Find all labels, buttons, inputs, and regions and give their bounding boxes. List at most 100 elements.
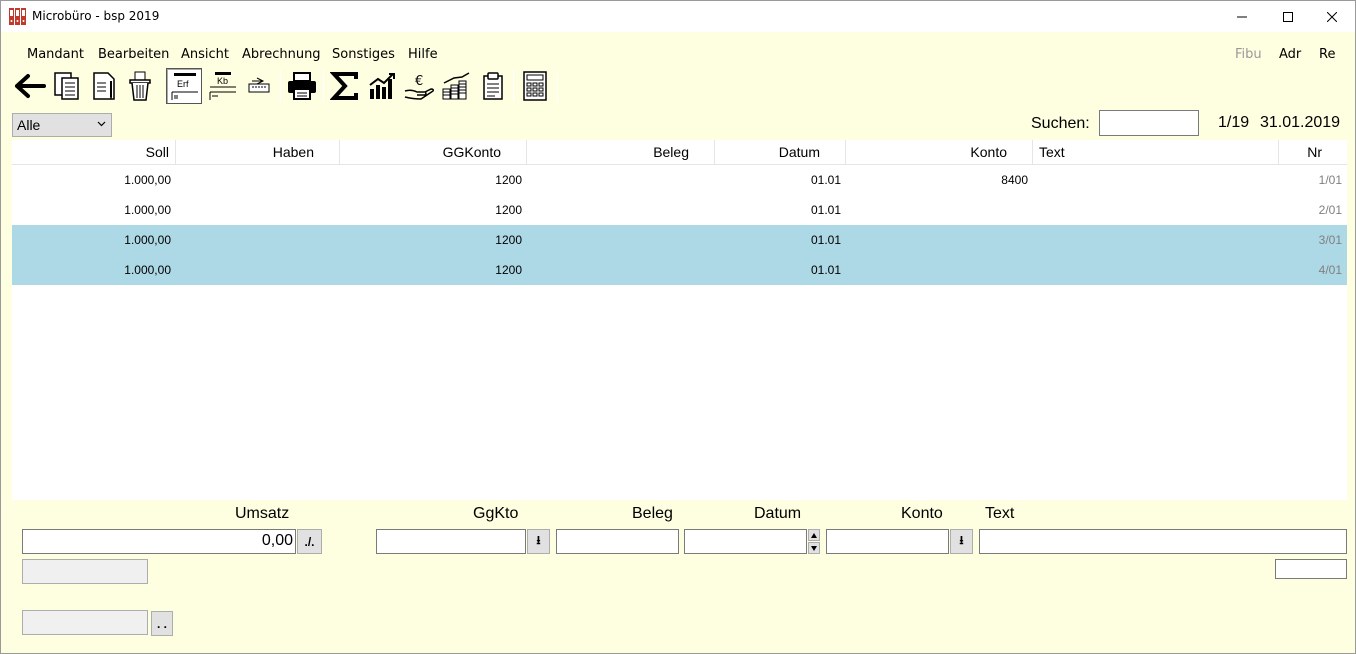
calculator-icon xyxy=(523,71,547,101)
cell-text xyxy=(1033,225,1279,255)
toolbar-separator xyxy=(280,70,281,102)
transfer-button[interactable] xyxy=(241,68,277,104)
kb-cashbook-icon: Kb xyxy=(209,72,236,100)
table-row[interactable]: 1.000,00 1200 01.01 2/01 xyxy=(12,195,1347,225)
cell-soll: 1.000,00 xyxy=(124,263,171,277)
table-row[interactable]: 1.000,00 1200 01.01 4/01 xyxy=(12,255,1347,285)
toolbar-separator xyxy=(323,70,324,102)
datum-spin-down[interactable] xyxy=(808,542,820,554)
column-header-nr[interactable]: Nr xyxy=(1279,140,1347,165)
link-re[interactable]: Re xyxy=(1319,47,1335,62)
datum-input[interactable] xyxy=(684,529,807,554)
filter-selected-value: Alle xyxy=(17,117,41,133)
toolbar-separator xyxy=(513,70,514,102)
back-arrow-icon xyxy=(15,74,46,98)
column-header-text[interactable]: Text xyxy=(1033,140,1279,165)
link-adr[interactable]: Adr xyxy=(1279,47,1301,62)
minimize-button[interactable] xyxy=(1219,1,1265,32)
delete-trash-icon xyxy=(129,71,151,101)
edit-button[interactable] xyxy=(86,68,122,104)
column-header-datum[interactable]: Datum xyxy=(715,140,846,165)
maximize-icon xyxy=(1283,11,1293,22)
app-window: Microbüro - bsp 2019 Mandant Bearbeiten … xyxy=(0,0,1356,654)
menu-hilfe[interactable]: Hilfe xyxy=(408,47,438,62)
konto-input[interactable] xyxy=(826,529,949,554)
datum-spin-up[interactable] xyxy=(808,529,820,541)
konto-label: Konto xyxy=(901,505,943,522)
clipboard-button[interactable] xyxy=(475,68,511,104)
umsatz-input[interactable]: 0,00 xyxy=(22,529,296,554)
cell-text xyxy=(1033,195,1279,225)
search-input[interactable] xyxy=(1099,110,1199,136)
sign-toggle-button[interactable]: ./. xyxy=(297,529,322,554)
menu-sonstiges[interactable]: Sonstiges xyxy=(332,47,395,62)
title-bar: Microbüro - bsp 2019 xyxy=(1,1,1355,32)
cell-datum: 01.01 xyxy=(810,173,841,187)
cell-konto: 8400 xyxy=(1001,173,1028,187)
clipboard-list-icon xyxy=(483,72,503,100)
info-field-1 xyxy=(22,559,148,584)
cell-text xyxy=(1033,165,1279,195)
back-button[interactable] xyxy=(12,68,48,104)
menu-bearbeiten[interactable]: Bearbeiten xyxy=(98,47,169,62)
table-row[interactable]: 1.000,00 1200 01.01 3/01 xyxy=(12,225,1347,255)
bookings-table: Soll Haben GGKonto Beleg Datum Konto Tex… xyxy=(12,140,1347,500)
ggkto-lookup-button[interactable]: ⭳ xyxy=(527,529,550,554)
cell-beleg xyxy=(527,195,715,225)
column-header-soll[interactable]: Soll xyxy=(12,140,176,165)
ggkto-input[interactable] xyxy=(376,529,526,554)
column-header-haben[interactable]: Haben xyxy=(176,140,340,165)
delete-button[interactable] xyxy=(123,68,159,104)
close-button[interactable] xyxy=(1309,1,1355,32)
cell-nr: 1/01 xyxy=(1318,173,1342,187)
toolbar-separator xyxy=(557,70,558,102)
cell-datum: 01.01 xyxy=(810,263,841,277)
print-button[interactable] xyxy=(284,68,320,104)
cell-haben xyxy=(176,225,340,255)
konto-lookup-button[interactable]: ⭳ xyxy=(950,529,973,554)
ggkto-label: GgKto xyxy=(473,505,519,522)
bank-transfer-icon xyxy=(248,77,270,93)
small-info-field[interactable] xyxy=(1275,559,1347,579)
erf-entry-button[interactable]: Erf xyxy=(166,68,202,104)
copy-button[interactable] xyxy=(49,68,85,104)
sum-sigma-icon xyxy=(330,72,358,100)
erf-entry-icon: Erf xyxy=(171,73,198,100)
text-input[interactable] xyxy=(979,529,1347,554)
euro-hand-icon: € xyxy=(404,74,434,100)
cell-nr: 3/01 xyxy=(1318,233,1342,247)
column-header-ggkonto[interactable]: GGKonto xyxy=(340,140,527,165)
maximize-button[interactable] xyxy=(1265,1,1311,32)
binders-app-icon xyxy=(9,8,26,25)
filter-select[interactable]: Alle xyxy=(12,113,112,137)
chart-button[interactable] xyxy=(364,68,400,104)
sum-button[interactable] xyxy=(327,68,363,104)
kb-cashbook-button[interactable]: Kb xyxy=(204,68,240,104)
column-header-konto[interactable]: Konto xyxy=(846,140,1033,165)
cell-datum: 01.01 xyxy=(810,233,841,247)
cell-soll: 1.000,00 xyxy=(124,173,171,187)
svg-text:€: € xyxy=(415,74,423,89)
chevron-down-icon xyxy=(97,121,106,127)
euro-button[interactable]: € xyxy=(401,68,437,104)
cell-soll: 1.000,00 xyxy=(124,233,171,247)
beleg-input[interactable] xyxy=(556,529,679,554)
bar-chart-icon xyxy=(369,73,395,99)
calculator-button[interactable] xyxy=(517,68,553,104)
menu-abrechnung[interactable]: Abrechnung xyxy=(242,47,321,62)
toolbar: Erf Kb € xyxy=(1,67,1355,105)
link-fibu[interactable]: Fibu xyxy=(1235,47,1262,62)
copy-documents-icon xyxy=(54,72,79,100)
table-row[interactable]: 1.000,00 1200 01.01 8400 1/01 xyxy=(12,165,1347,195)
column-header-beleg[interactable]: Beleg xyxy=(527,140,715,165)
close-icon xyxy=(1327,11,1337,22)
more-button[interactable]: . . xyxy=(151,611,173,636)
cell-ggkonto: 1200 xyxy=(495,263,522,277)
menu-mandant[interactable]: Mandant xyxy=(27,47,84,62)
cell-haben xyxy=(176,195,340,225)
menu-ansicht[interactable]: Ansicht xyxy=(181,47,229,62)
coins-button[interactable] xyxy=(438,68,474,104)
cell-konto xyxy=(846,195,1033,225)
page-counter: 1/19 xyxy=(1218,114,1250,131)
datum-label: Datum xyxy=(754,505,802,522)
